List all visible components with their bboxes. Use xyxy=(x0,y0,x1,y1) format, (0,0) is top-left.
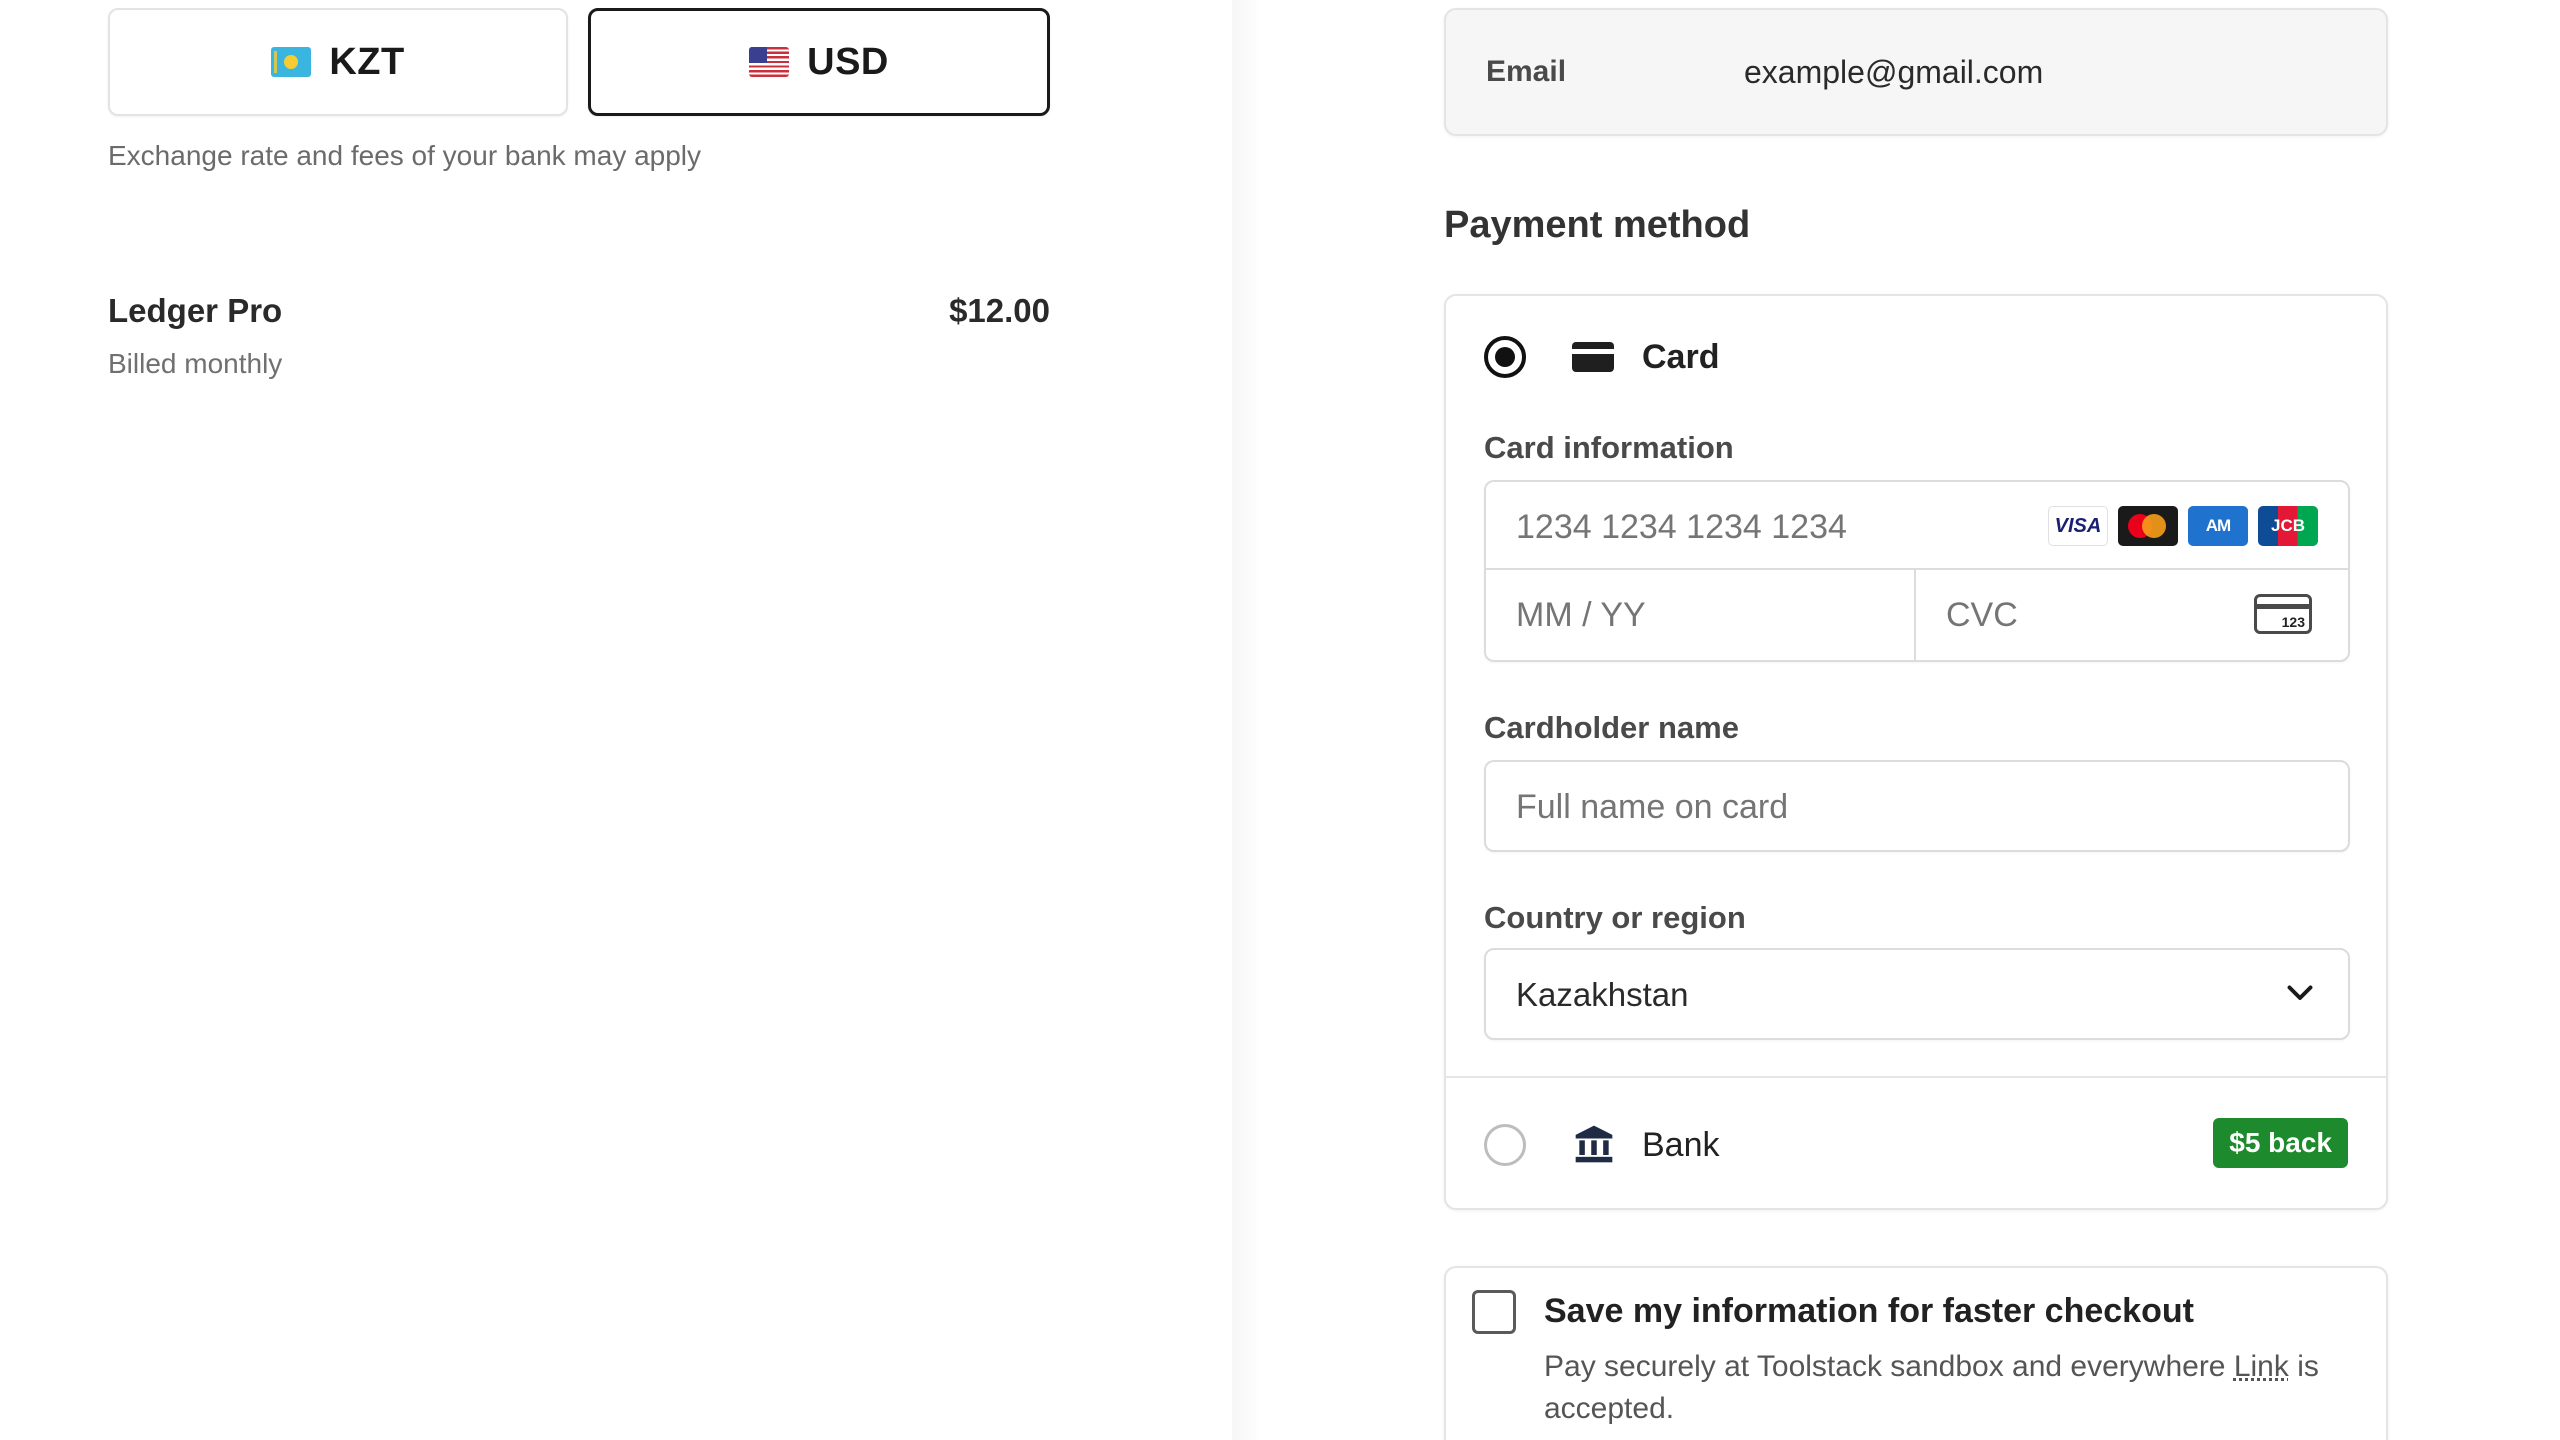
cvc-input[interactable] xyxy=(1946,596,2226,635)
exchange-rate-note: Exchange rate and fees of your bank may … xyxy=(108,140,702,171)
card-brands: VISA AM JCB xyxy=(2048,506,2318,546)
card-option-label[interactable]: Card xyxy=(1642,338,1719,377)
bank-option-label[interactable]: Bank xyxy=(1642,1126,1720,1165)
jcb-icon: JCB xyxy=(2258,506,2318,546)
save-info-title[interactable]: Save my information for faster checkout xyxy=(1544,1292,2194,1331)
expiry-field[interactable] xyxy=(1486,570,1916,660)
mastercard-icon xyxy=(2118,506,2178,546)
visa-icon: VISA xyxy=(2048,506,2108,546)
order-summary-panel: KZT USD Exchange rate and fees of your b… xyxy=(0,0,1242,1440)
chevron-down-icon xyxy=(2287,985,2313,1000)
save-info-desc-before: Pay securely at Toolstack sandbox and ev… xyxy=(1544,1350,2234,1383)
cvc-card-icon: 123 xyxy=(2254,594,2312,634)
line-item: Ledger Pro $12.00 Billed monthly xyxy=(108,292,1050,380)
billing-period: Billed monthly xyxy=(108,348,283,379)
email-field[interactable]: Email example@gmail.com xyxy=(1444,8,2388,136)
country-select[interactable]: Kazakhstan xyxy=(1484,948,2350,1040)
credit-card-icon xyxy=(1572,342,1614,372)
cvc-icon-text: 123 xyxy=(2281,614,2305,630)
kazakhstan-flag-icon xyxy=(271,47,312,77)
panel-divider-shadow xyxy=(1232,0,1262,1440)
card-radio[interactable] xyxy=(1484,336,1526,378)
cashback-badge: $5 back xyxy=(2213,1118,2348,1168)
amex-icon: AM xyxy=(2188,506,2248,546)
card-number-input[interactable] xyxy=(1516,508,2016,547)
card-number-field[interactable]: VISA AM JCB xyxy=(1486,482,2348,570)
currency-label: KZT xyxy=(329,40,405,83)
save-info-box: Save my information for faster checkout … xyxy=(1444,1266,2388,1440)
save-info-description: Pay securely at Toolstack sandbox and ev… xyxy=(1544,1346,2364,1430)
cardholder-name-label: Cardholder name xyxy=(1484,710,1739,745)
card-information-label: Card information xyxy=(1484,430,1734,465)
payment-method-box: Card Card information VISA AM JCB 123 Ca… xyxy=(1444,294,2388,1210)
save-info-checkbox[interactable] xyxy=(1472,1290,1516,1334)
currency-option-usd[interactable]: USD xyxy=(588,8,1050,116)
link-info-link[interactable]: Link xyxy=(2234,1350,2289,1383)
currency-label: USD xyxy=(807,40,889,83)
card-details-group: VISA AM JCB 123 xyxy=(1484,480,2350,662)
expiry-input[interactable] xyxy=(1516,596,1876,635)
cardholder-name-input[interactable] xyxy=(1516,788,2316,827)
email-value: example@gmail.com xyxy=(1744,53,2044,90)
country-value: Kazakhstan xyxy=(1516,976,1689,1013)
currency-option-kzt[interactable]: KZT xyxy=(108,8,568,116)
bank-icon xyxy=(1575,1125,1613,1163)
email-label: Email xyxy=(1486,55,1567,88)
cardholder-name-field[interactable] xyxy=(1484,760,2350,852)
product-price: $12.00 xyxy=(949,292,1050,329)
payment-method-title: Payment method xyxy=(1444,204,1751,246)
bank-radio[interactable] xyxy=(1484,1124,1526,1166)
payment-option-divider xyxy=(1446,1076,2386,1078)
country-label: Country or region xyxy=(1484,900,1746,935)
cvc-field[interactable]: 123 xyxy=(1916,570,2348,660)
usa-flag-icon xyxy=(749,47,790,77)
product-name: Ledger Pro xyxy=(108,292,283,329)
currency-toggle: KZT USD xyxy=(108,8,1050,116)
